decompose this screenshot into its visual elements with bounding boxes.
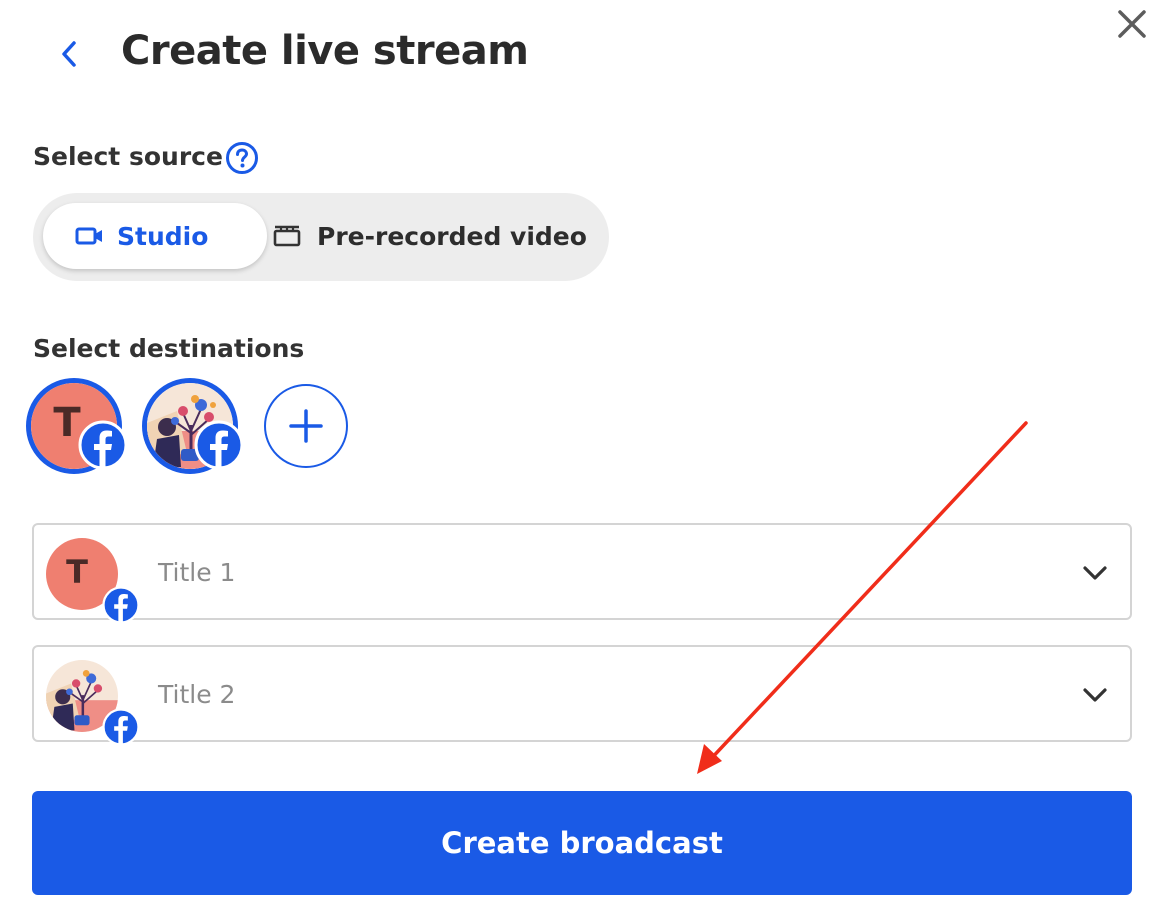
avatar: T [46,538,140,624]
facebook-icon [102,708,140,746]
avatar [46,660,140,746]
source-option-studio[interactable]: Studio [43,203,267,269]
add-destination-button[interactable] [264,384,348,468]
destination-avatar-1[interactable]: T [26,378,128,474]
select-destinations-label: Select destinations [33,334,305,363]
avatar-letter: T [66,553,88,591]
source-option-label: Pre-recorded video [317,221,587,251]
question-circle-icon[interactable] [225,141,259,175]
avatar-letter: T [53,400,81,446]
title-dropdown-1[interactable]: T Title 1 [32,523,1132,624]
source-option-prerecorded[interactable]: Pre-recorded video [267,203,599,269]
destination-avatar-2[interactable] [142,378,244,474]
select-source-label: Select source [33,142,223,171]
back-button[interactable] [52,34,86,74]
page-title: Create live stream [121,28,529,74]
chevron-down-icon [1083,688,1107,702]
video-camera-icon [75,227,102,245]
create-broadcast-label: Create broadcast [441,826,723,860]
source-toggle: Studio Pre-recorded video [33,193,609,281]
facebook-icon [102,586,140,624]
title-placeholder: Title 2 [158,680,236,709]
chevron-down-icon [1083,566,1107,580]
source-option-label: Studio [117,221,209,251]
close-button[interactable] [1112,4,1152,44]
plus-icon [289,409,323,443]
create-broadcast-button[interactable]: Create broadcast [32,791,1132,895]
chevron-left-icon [62,41,76,67]
facebook-icon [194,420,244,470]
facebook-icon [78,420,128,470]
close-icon [1118,10,1146,38]
title-dropdown-2[interactable]: Title 2 [32,645,1132,746]
film-icon [273,225,301,247]
title-placeholder: Title 1 [158,558,236,587]
